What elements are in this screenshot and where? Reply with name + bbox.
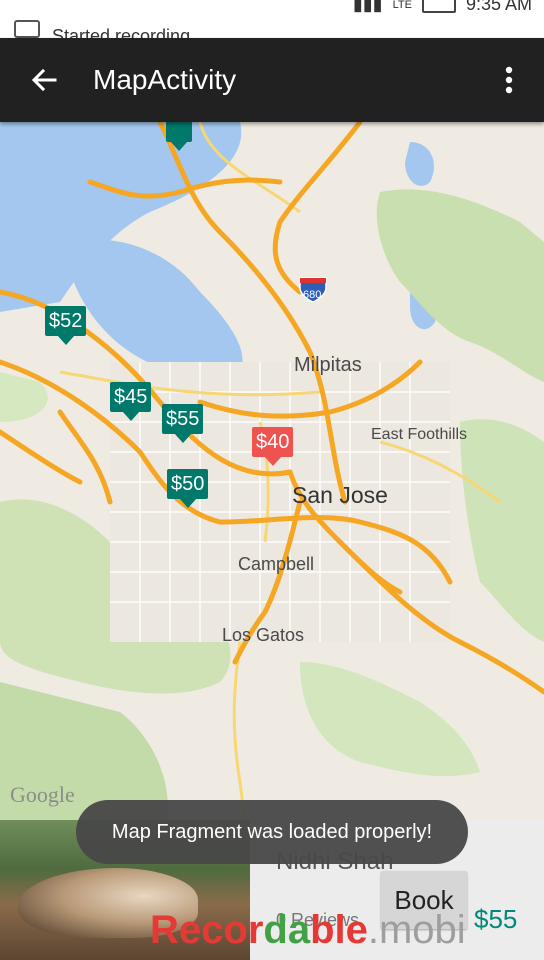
battery-icon [421,0,456,13]
listing-price: $55 [474,904,518,934]
price-marker-40-selected[interactable]: $40 [252,427,294,466]
place-campbell: Campbell [238,554,315,574]
place-san-jose: San Jose [292,482,388,508]
place-milpitas: Milpitas [294,354,362,376]
status-time: 9:35 AM [465,0,532,14]
more-vert-icon[interactable] [494,60,524,100]
watermark-logo: Recordable.mobi [150,908,466,952]
price-marker-55[interactable]: $55 [162,404,204,443]
screen-record-icon [14,20,40,38]
status-icons: ▮▮▮ LTE 9:35 AM [353,0,532,15]
screen: Started recording ▮▮▮ LTE 9:35 AM MapAct… [0,0,544,960]
price-marker-45[interactable]: $45 [110,382,152,421]
toolbar-title: MapActivity [93,64,237,95]
place-los-gatos: Los Gatos [222,625,305,645]
toast-message: Map Fragment was loaded properly! [76,800,468,864]
highway-label: 680 [303,289,322,301]
status-bar: Started recording ▮▮▮ LTE 9:35 AM [0,0,544,38]
signal-icon: ▮▮▮ [352,0,383,14]
arrow-back-icon[interactable] [24,60,64,100]
notification-text: Started recording [52,26,191,38]
place-east-foothills: East Foothills [371,426,468,443]
app-toolbar: MapActivity [0,38,544,122]
price-marker-52[interactable]: $52 [45,306,87,345]
network-label: LTE [392,0,412,11]
price-marker-50[interactable]: $50 [167,469,209,508]
price-marker-top[interactable] [166,122,192,151]
google-attribution: Google [10,782,75,807]
